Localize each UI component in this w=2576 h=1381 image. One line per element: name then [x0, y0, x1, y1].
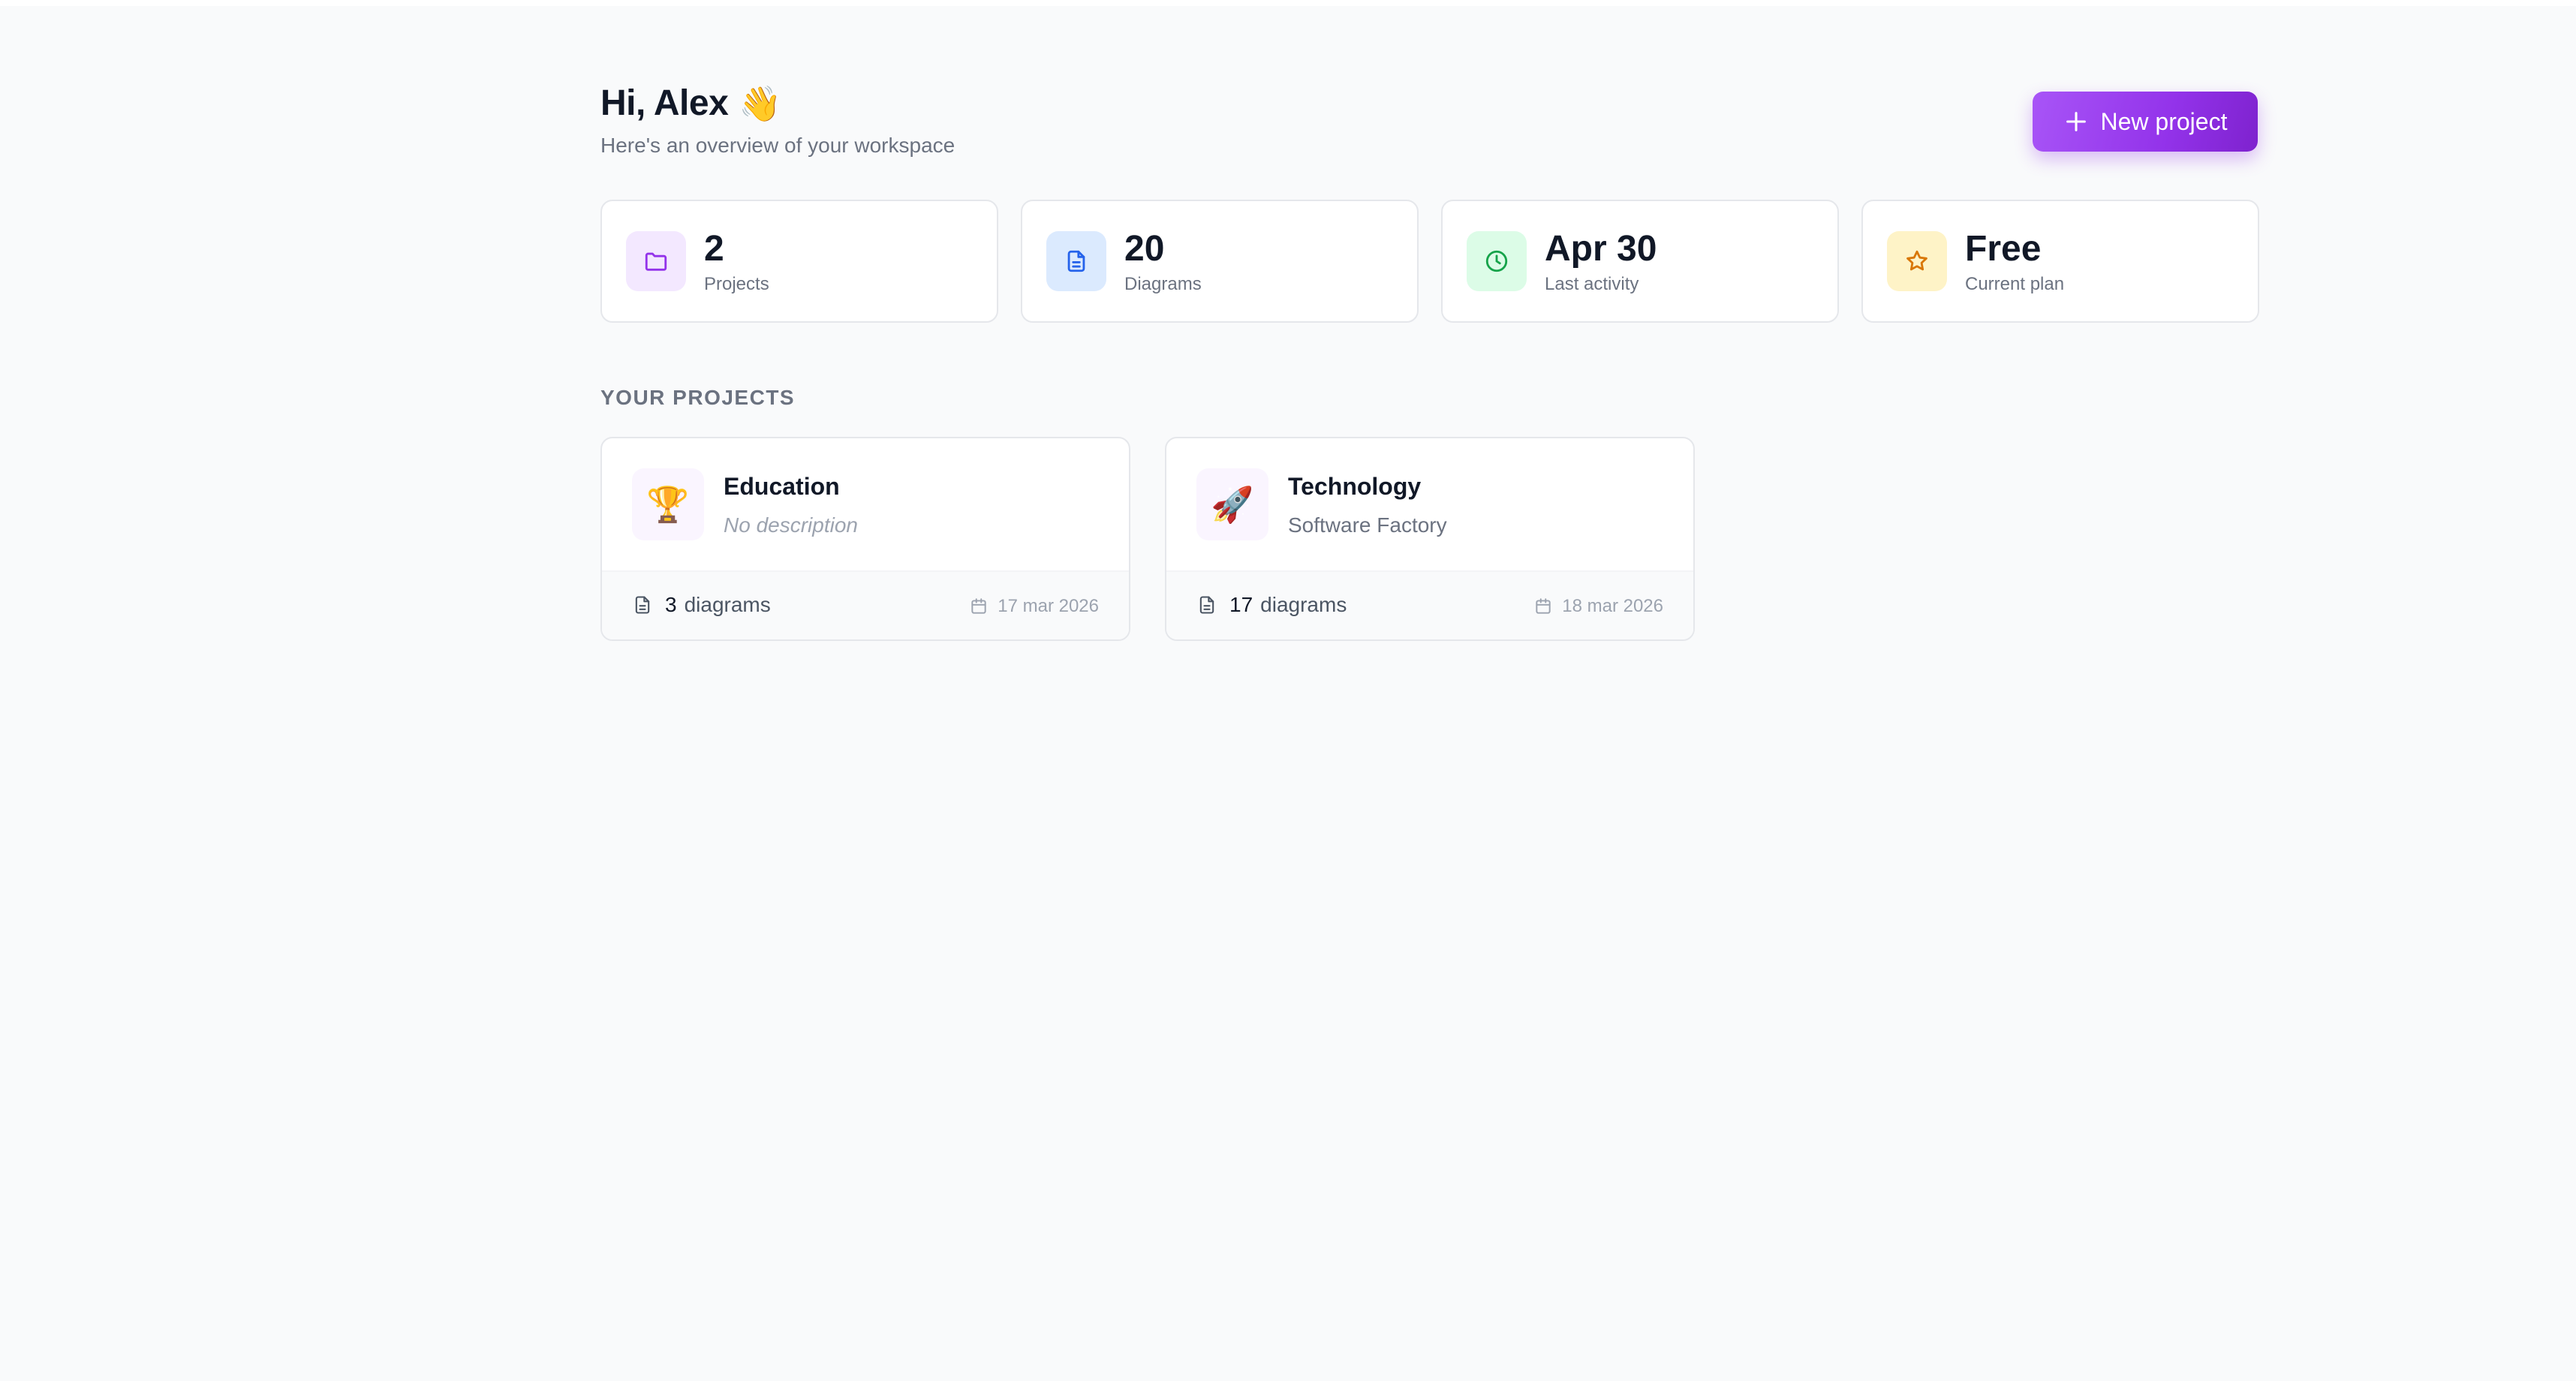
project-name: Education	[724, 473, 840, 500]
document-icon	[1199, 596, 1214, 614]
stat-card-plan: Free Current plan	[1861, 200, 2259, 323]
stat-icon-box	[1887, 231, 1947, 291]
plus-icon	[2066, 112, 2086, 131]
stat-label: Diagrams	[1124, 274, 1202, 294]
diagram-count: 3 diagrams	[632, 593, 771, 617]
rocket-icon: 🚀	[1196, 468, 1268, 540]
stat-value: 2	[704, 229, 724, 269]
dashboard: Hi, Alex 👋 Here's an overview of your wo…	[600, 0, 2259, 1381]
project-description: No description	[724, 513, 858, 537]
stat-icon-box	[1467, 231, 1527, 291]
project-description: Software Factory	[1288, 513, 1447, 537]
greeting: Hi, Alex 👋	[600, 78, 782, 129]
calendar-icon	[1536, 598, 1551, 614]
section-title-projects: YOUR PROJECTS	[600, 386, 796, 409]
stat-label: Current plan	[1965, 274, 2065, 294]
project-footer: 3 diagrams 17 mar 2026	[602, 570, 1129, 639]
project-date-text: 17 mar 2026	[998, 596, 1099, 616]
project-card-education[interactable]: 🏆 Education No description 3 diagrams 17…	[600, 437, 1130, 641]
new-project-button[interactable]: New project	[2033, 92, 2258, 152]
new-project-label: New project	[2100, 107, 2228, 135]
stat-value: 20	[1124, 229, 1165, 269]
diagram-count: 17 diagrams	[1196, 593, 1347, 617]
stat-label: Last activity	[1545, 274, 1639, 294]
stat-card-last-activity: Apr 30 Last activity	[1441, 200, 1839, 323]
stats-row: 2 Projects 20 Diagrams Apr 30 Last activ…	[600, 200, 2259, 323]
page-subtitle: Here's an overview of your workspace	[600, 134, 955, 157]
diagram-count-label: diagrams	[1260, 593, 1347, 616]
stat-value: Free	[1965, 229, 2042, 269]
diagram-count-label: diagrams	[684, 593, 771, 616]
project-footer: 17 diagrams 18 mar 2026	[1166, 570, 1693, 639]
wave-emoji: 👋	[739, 84, 782, 123]
calendar-icon	[971, 598, 986, 614]
clock-icon	[1485, 250, 1508, 272]
stat-label: Projects	[704, 274, 769, 294]
project-date: 18 mar 2026	[1533, 596, 1663, 617]
diagram-count-value: 17	[1229, 593, 1253, 616]
document-icon	[635, 596, 650, 614]
stat-value: Apr 30	[1545, 229, 1657, 269]
project-date: 17 mar 2026	[969, 596, 1099, 617]
stat-card-projects: 2 Projects	[600, 200, 998, 323]
document-icon	[1067, 250, 1085, 272]
folder-icon	[645, 252, 667, 271]
project-date-text: 18 mar 2026	[1562, 596, 1663, 616]
project-name: Technology	[1288, 473, 1422, 500]
page-title: Hi, Alex	[600, 83, 729, 123]
project-card-technology[interactable]: 🚀 Technology Software Factory 17 diagram…	[1165, 437, 1695, 641]
stat-icon-box	[1046, 231, 1106, 291]
trophy-icon: 🏆	[632, 468, 704, 540]
star-icon	[1906, 250, 1927, 271]
stat-icon-box	[626, 231, 686, 291]
diagram-count-value: 3	[665, 593, 677, 616]
stat-card-diagrams: 20 Diagrams	[1021, 200, 1419, 323]
